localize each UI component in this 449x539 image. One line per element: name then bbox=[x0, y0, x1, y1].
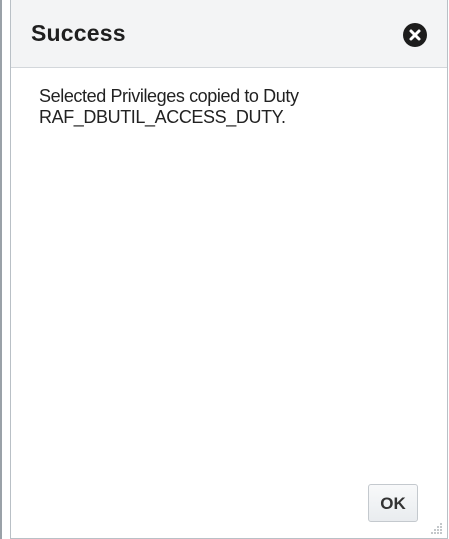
ok-button[interactable]: OK bbox=[368, 484, 418, 522]
dialog-message: Selected Privileges copied to Duty RAF_D… bbox=[39, 86, 419, 128]
resize-grip-icon[interactable] bbox=[431, 522, 443, 534]
screen: Success Selected Privileges copied to Du… bbox=[0, 0, 449, 539]
success-dialog: Success Selected Privileges copied to Du… bbox=[10, 0, 448, 539]
dialog-title: Success bbox=[31, 20, 126, 46]
background-window-edge bbox=[0, 0, 2, 539]
close-x-glyph bbox=[409, 29, 421, 41]
close-icon[interactable] bbox=[403, 23, 427, 47]
message-line-2: RAF_DBUTIL_ACCESS_DUTY. bbox=[39, 107, 286, 127]
message-line-1: Selected Privileges copied to Duty bbox=[39, 86, 299, 106]
dialog-title-bar[interactable]: Success bbox=[11, 0, 447, 68]
